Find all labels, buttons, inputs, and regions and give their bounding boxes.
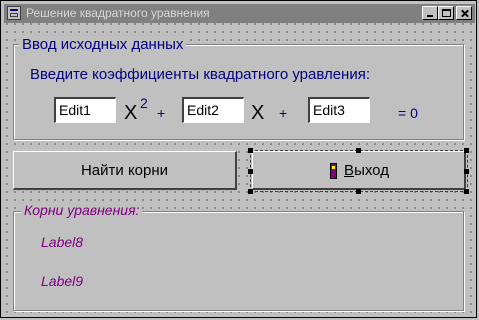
exit-button[interactable]: Выход [252,151,466,190]
plus-sign-2: + [279,105,288,121]
input-groupbox [13,44,464,140]
exit-button-label: Выход [344,162,389,179]
resize-handle-sw[interactable] [248,189,253,194]
title-bar[interactable]: Решение квадратного уравнения [4,4,475,23]
form-window: Решение квадратного уравнения Ввод исход… [0,0,477,318]
coefficient-c-input[interactable]: Edit3 [308,97,370,123]
x-squared-symbol: X [124,102,138,124]
door-exit-icon [328,162,340,179]
form-icon[interactable] [7,6,21,20]
x-symbol: X [251,102,265,124]
minimize-button[interactable] [422,6,438,20]
root-2-label: Label9 [41,273,84,289]
resize-handle-nw[interactable] [248,148,253,153]
equals-zero: = 0 [398,105,418,121]
maximize-button[interactable] [438,6,454,20]
coefficient-a-input[interactable]: Edit1 [54,97,116,123]
coefficient-b-input[interactable]: Edit2 [182,97,244,123]
results-groupbox-caption: Корни уравнения: [21,202,143,218]
root-1-label: Label8 [41,234,84,250]
coefficients-prompt: Введите коэффициенты квадратного уравлен… [30,66,371,83]
results-groupbox [13,211,464,311]
close-button[interactable] [456,6,472,20]
window-title: Решение квадратного уравнения [26,6,210,20]
find-roots-button[interactable]: Найти корни [13,151,237,190]
square-exponent: 2 [140,95,148,111]
plus-sign-1: + [157,105,166,121]
resize-handle-e[interactable] [464,169,469,174]
resize-handle-ne[interactable] [464,148,469,153]
resize-handle-n[interactable] [356,148,361,153]
resize-handle-s[interactable] [356,189,361,194]
resize-handle-se[interactable] [464,189,469,194]
resize-handle-w[interactable] [248,169,253,174]
input-groupbox-caption: Ввод исходных данных [19,36,187,53]
